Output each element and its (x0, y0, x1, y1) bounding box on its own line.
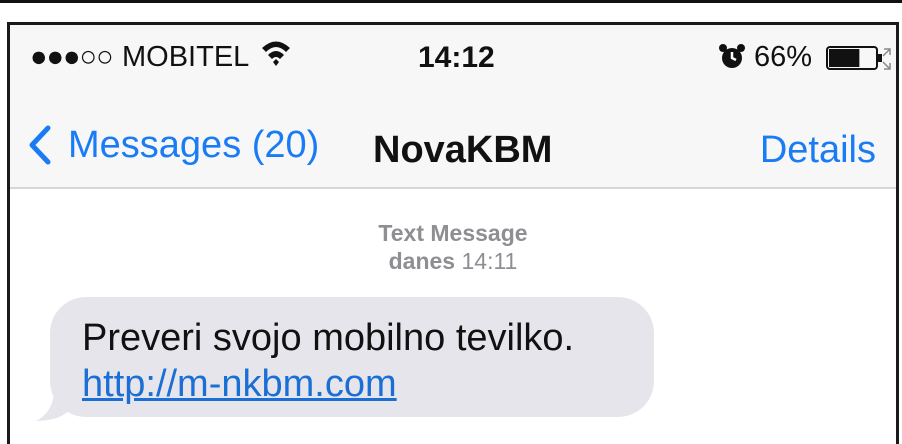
battery-fill (829, 49, 860, 67)
battery-percentage: 66% (754, 41, 813, 73)
top-border-line (0, 0, 902, 3)
message-meta: Text Message danes 14:11 (10, 219, 896, 275)
navigation-bar: Messages (20) NovaKBM Details (10, 105, 896, 185)
alarm-icon (719, 44, 745, 68)
carrier-name: MOBITEL (122, 41, 250, 73)
incoming-message-bubble[interactable]: Preveri svojo mobilno tevilko. http://m-… (50, 297, 654, 417)
message-time: 14:11 (461, 248, 518, 274)
phone-screen: ●●●○○ MOBITEL 14:12 66% Messages (20) No… (7, 22, 899, 444)
message-type-label: Text Message (378, 220, 528, 246)
status-time: 14:12 (418, 41, 495, 74)
header-area: ●●●○○ MOBITEL 14:12 66% Messages (20) No… (10, 25, 896, 189)
chevron-left-icon (29, 125, 51, 165)
conversation-title: NovaKBM (373, 129, 553, 171)
message-thread[interactable]: Text Message danes 14:11 Preveri svojo m… (10, 191, 896, 444)
back-button-label: Messages (20) (68, 123, 320, 166)
message-timestamp: danes 14:11 (10, 247, 896, 275)
message-date: danes (388, 248, 456, 274)
message-text: Preveri svojo mobilno tevilko. (82, 317, 575, 359)
message-link[interactable]: http://m-nkbm.com (82, 361, 397, 407)
battery-icon (826, 46, 891, 70)
wifi-icon (262, 41, 290, 66)
back-button[interactable]: Messages (20) (28, 121, 319, 169)
details-button[interactable]: Details (760, 129, 876, 172)
signal-strength-icon: ●●●○○ (30, 41, 114, 73)
status-bar: ●●●○○ MOBITEL 14:12 66% (10, 25, 896, 95)
